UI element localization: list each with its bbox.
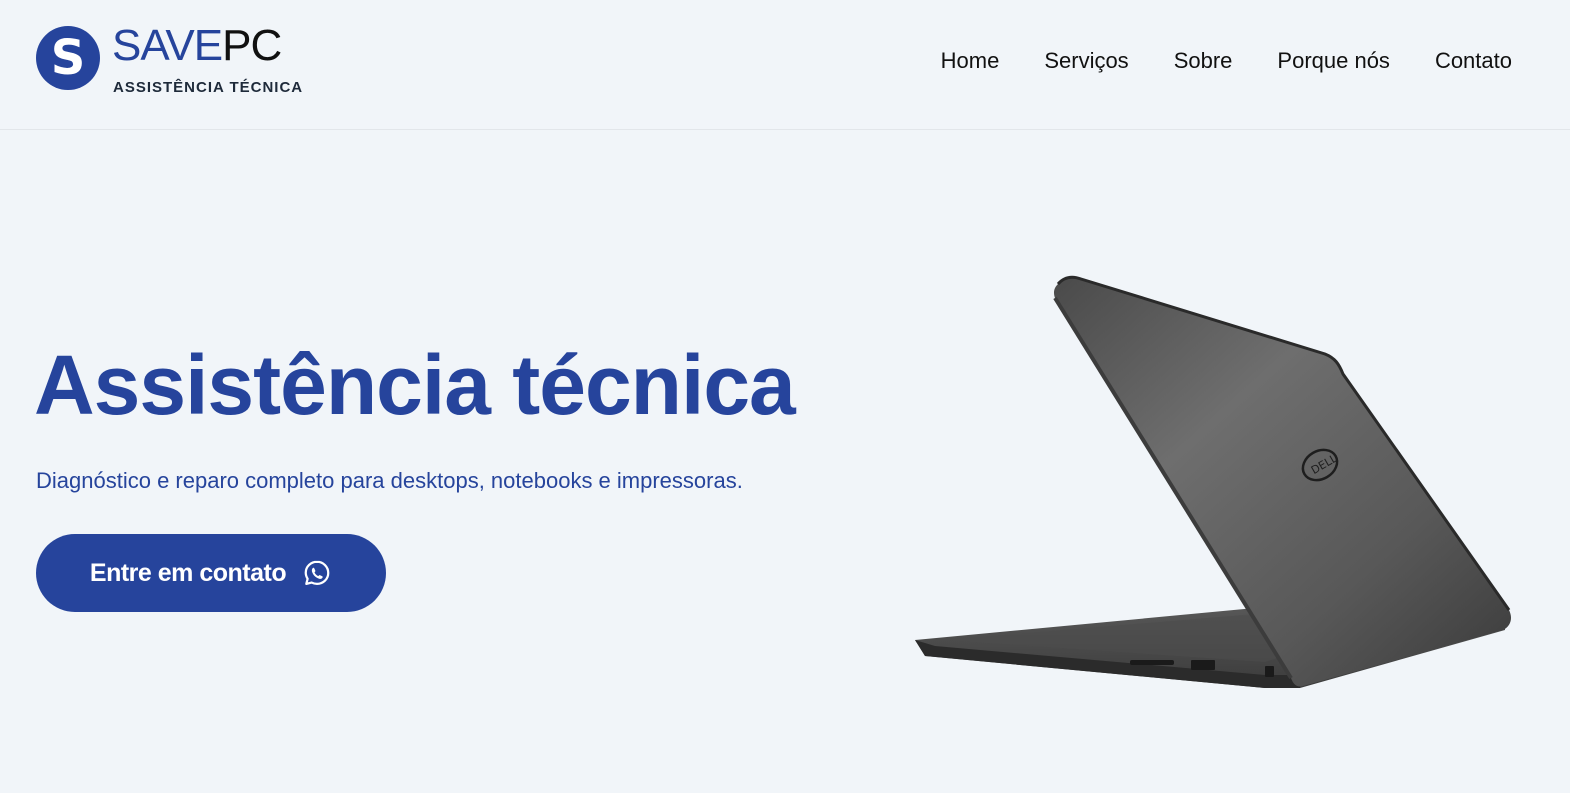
logo-mark: S	[36, 26, 100, 90]
contact-button[interactable]: Entre em contato	[36, 534, 386, 612]
contact-button-label: Entre em contato	[89, 558, 287, 587]
nav-contato[interactable]: Contato	[1435, 45, 1512, 77]
logo-name-pc: PC	[222, 21, 282, 70]
hero-subtitle: Diagnóstico e reparo completo para deskt…	[36, 468, 743, 493]
nav-sobre[interactable]: Sobre	[1174, 45, 1233, 77]
main-nav: Home Serviços Sobre Porque nós Contato	[941, 45, 1512, 77]
nav-home[interactable]: Home	[941, 45, 1000, 77]
logo-name-save: SAVE	[112, 21, 223, 70]
laptop-image: DELL	[915, 275, 1511, 688]
logo-letter: S	[50, 30, 86, 86]
logo-wordmark: SAVEPC	[112, 20, 282, 72]
logo[interactable]: S SAVEPC ASSISTÊNCIA TÉCNICA	[36, 21, 316, 96]
logo-tagline: ASSISTÊNCIA TÉCNICA	[113, 79, 304, 96]
site-header: S SAVEPC ASSISTÊNCIA TÉCNICA Home Serviç…	[0, 0, 1570, 130]
whatsapp-icon	[304, 560, 330, 585]
nav-porque-nos[interactable]: Porque nós	[1277, 45, 1390, 77]
nav-servicos[interactable]: Serviços	[1044, 45, 1128, 77]
hero-title: Assistência técnica	[34, 338, 796, 432]
